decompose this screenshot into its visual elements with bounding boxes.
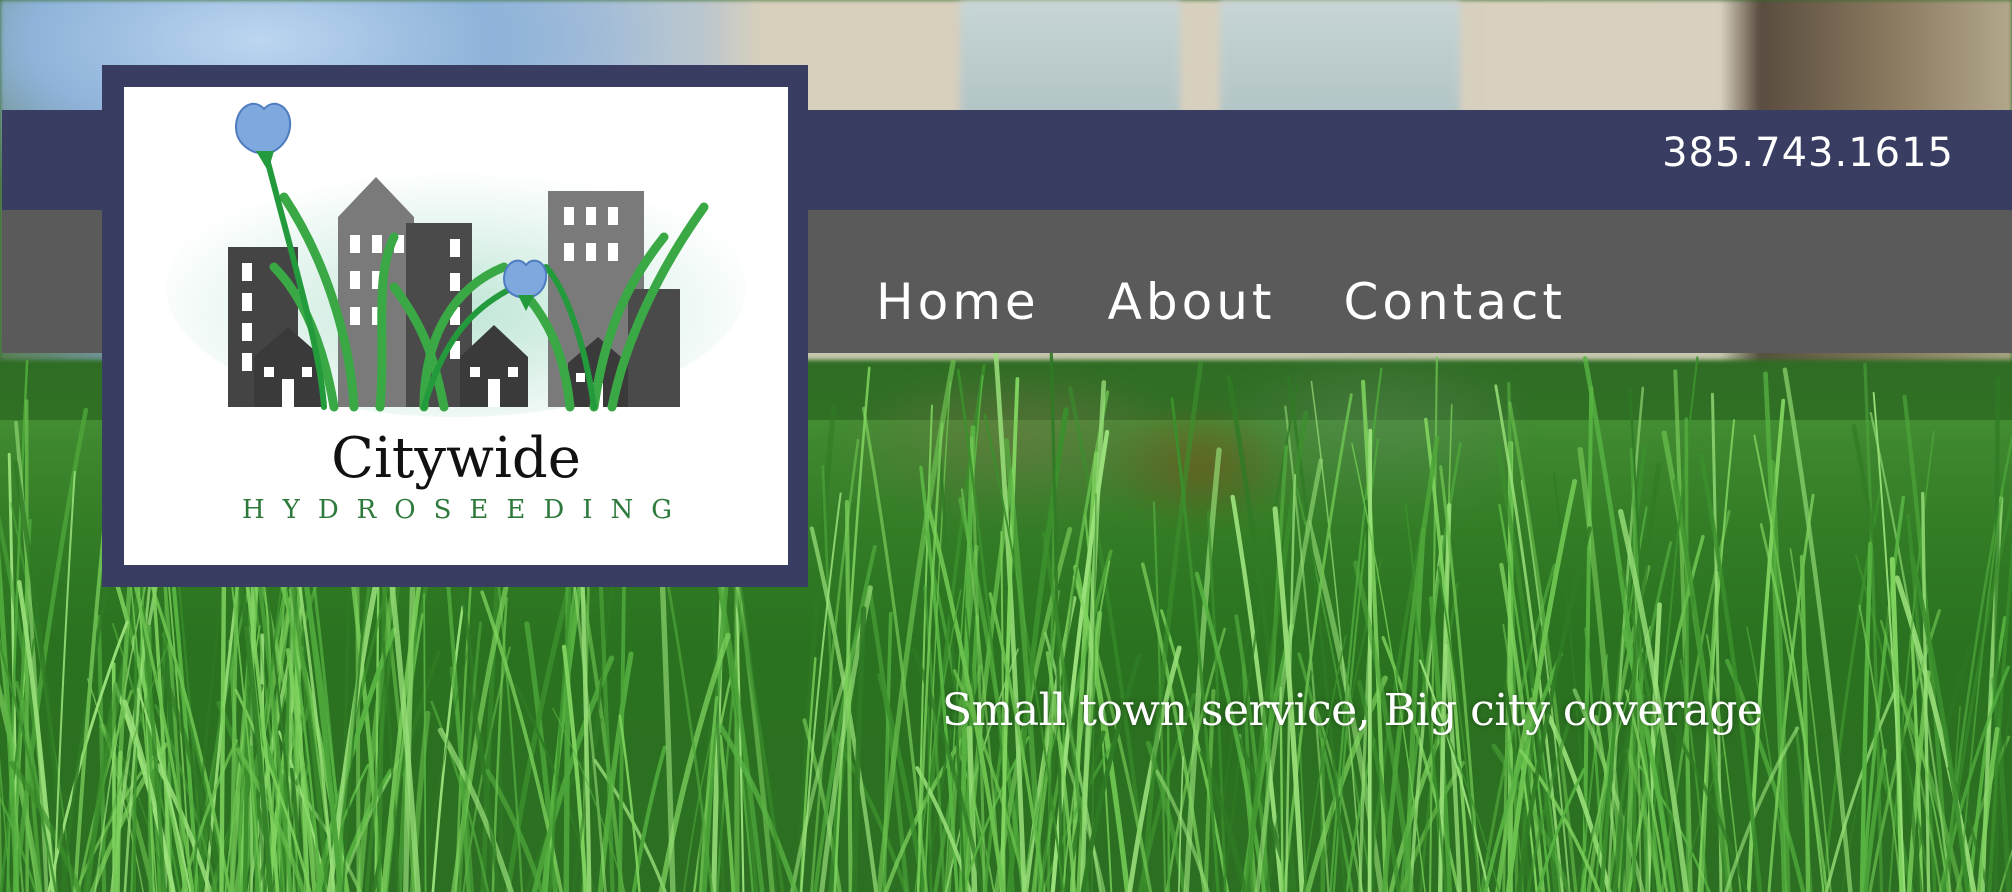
logo-subtitle: HYDROSEEDING: [242, 495, 690, 525]
logo-company-name: Citywide: [331, 426, 581, 491]
nav-about-link[interactable]: About: [1108, 272, 1276, 332]
grass-blade: [1993, 376, 2000, 892]
main-navigation: Home About Contact: [876, 272, 1634, 332]
grass-blade: [1367, 428, 1373, 892]
grass-blade: [1789, 547, 1832, 892]
nav-contact-link[interactable]: Contact: [1343, 272, 1566, 332]
logo[interactable]: Citywide HYDROSEEDING: [124, 87, 788, 565]
blurred-window: [960, 0, 1180, 120]
nav-home-link[interactable]: Home: [876, 272, 1040, 332]
grass-blade: [1684, 417, 1690, 892]
grass-blade: [115, 750, 123, 892]
grass-blade: [423, 593, 427, 892]
page: 385.743.1615 Home About Contact Citywide…: [0, 0, 2012, 892]
logo-frame[interactable]: Citywide HYDROSEEDING: [102, 65, 808, 587]
grass-blade: [844, 499, 853, 892]
city-skyline-with-grass-and-flowers-icon: [166, 102, 746, 417]
hero-tagline: Small town service, Big city coverage: [942, 685, 1763, 736]
phone-number-link[interactable]: 385.743.1615: [1662, 130, 1954, 176]
blurred-window: [1220, 0, 1460, 120]
